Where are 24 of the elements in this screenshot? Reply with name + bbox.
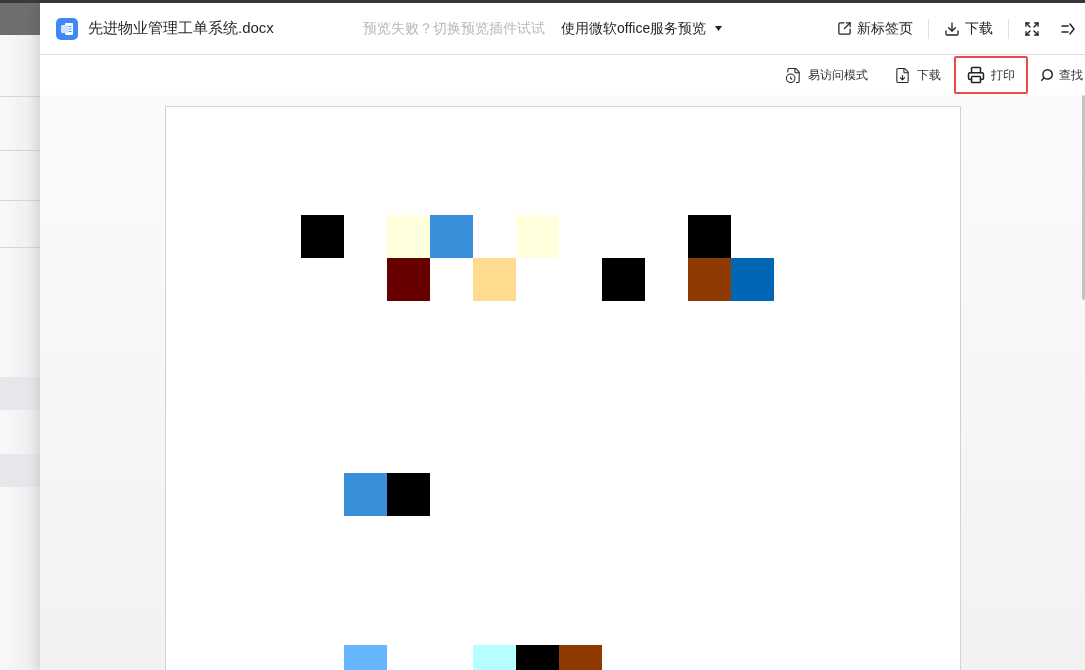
search-icon bbox=[1040, 68, 1054, 82]
document-app-icon bbox=[56, 17, 78, 40]
accessibility-mode-button[interactable]: 易访问模式 bbox=[772, 56, 881, 94]
caret-down-icon bbox=[715, 26, 723, 31]
collapse-button[interactable] bbox=[1061, 22, 1075, 35]
document-clock-icon bbox=[785, 66, 802, 84]
printer-icon bbox=[967, 66, 985, 84]
download-button[interactable]: 下载 bbox=[881, 56, 954, 94]
arrow-right-lines-icon bbox=[1061, 22, 1075, 35]
preview-mode-dropdown[interactable]: 使用微软office服务预览 bbox=[561, 18, 723, 39]
background-header-bar bbox=[0, 3, 40, 35]
external-link-icon bbox=[837, 21, 852, 36]
table-row-stripe bbox=[0, 454, 40, 487]
download-icon bbox=[944, 20, 960, 37]
document-download-icon bbox=[894, 66, 911, 84]
expand-icon bbox=[1024, 20, 1040, 37]
download-button[interactable]: 下载 bbox=[944, 18, 993, 39]
find-button[interactable]: 查找 bbox=[1028, 56, 1085, 94]
file-title: 先进物业管理工单系统.docx bbox=[88, 18, 274, 39]
fullscreen-button[interactable] bbox=[1024, 20, 1040, 37]
print-button[interactable]: 打印 bbox=[954, 56, 1028, 94]
scrollbar-thumb[interactable] bbox=[1082, 95, 1085, 300]
new-tab-button[interactable]: 新标签页 bbox=[837, 18, 913, 39]
table-row-stripe bbox=[0, 377, 40, 410]
